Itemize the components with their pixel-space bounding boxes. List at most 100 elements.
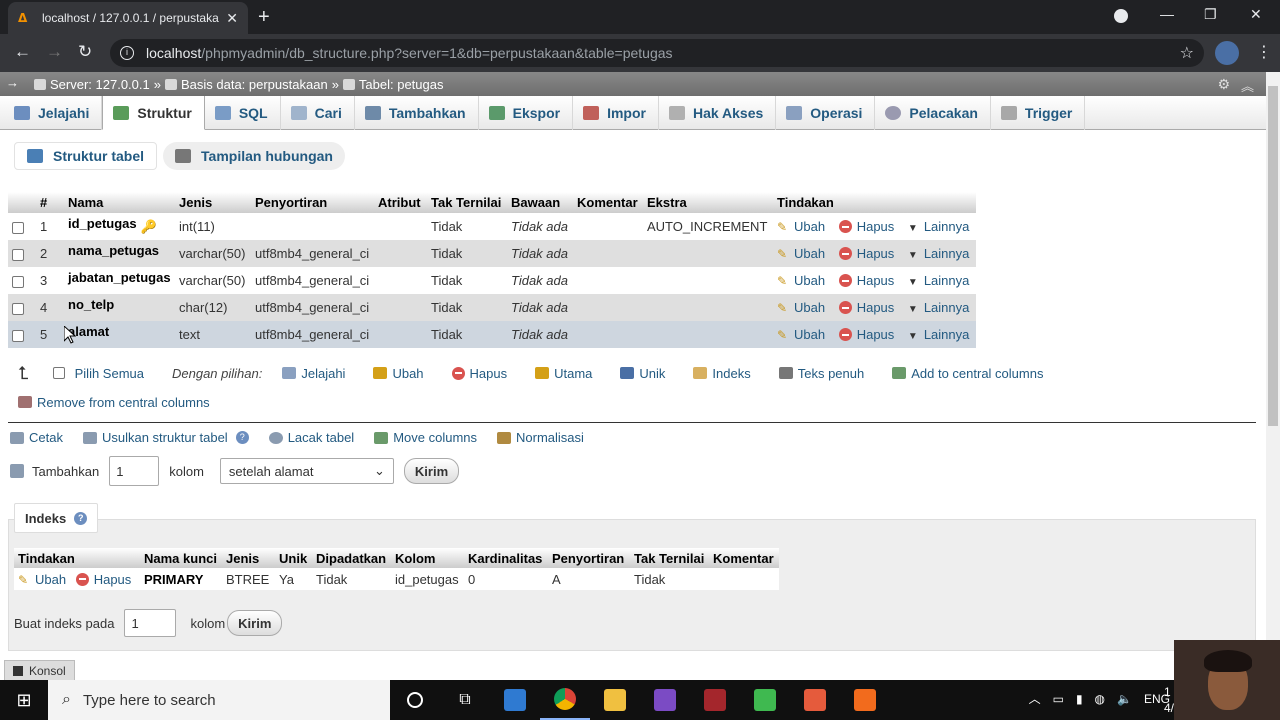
table-row[interactable]: 5 alamat text utf8mb4_general_ci Tidak T… bbox=[8, 321, 976, 348]
column-name[interactable]: nama_petugas bbox=[68, 243, 159, 258]
taskbar-search[interactable]: ⌕ Type here to search bbox=[48, 680, 390, 720]
settings-gear-icon[interactable]: ⚙ bbox=[1217, 76, 1230, 93]
table-row[interactable]: 2 nama_petugas varchar(50) utf8mb4_gener… bbox=[8, 240, 976, 267]
header-bawaan[interactable]: Bawaan bbox=[507, 192, 573, 213]
drop-link[interactable]: Hapus bbox=[857, 219, 895, 234]
bulk-edit[interactable]: Ubah bbox=[373, 366, 424, 381]
app-icon-red[interactable] bbox=[790, 680, 840, 720]
collapse-icon[interactable]: ︽ bbox=[1241, 76, 1254, 95]
column-name[interactable]: no_telp bbox=[68, 297, 114, 312]
new-tab-icon[interactable]: + bbox=[258, 6, 270, 29]
header-penyortiran[interactable]: Penyortiran bbox=[251, 192, 374, 213]
tool-track-table[interactable]: Lacak tabel bbox=[268, 430, 354, 445]
bulk-browse[interactable]: Jelajahi bbox=[282, 366, 345, 381]
codeblocks-icon[interactable] bbox=[740, 680, 790, 720]
create-index-count-input[interactable]: 1 bbox=[124, 609, 177, 637]
add-column-position-select[interactable]: setelah alamat ⌄ bbox=[219, 458, 394, 484]
check-all-label[interactable]: Pilih Semua bbox=[75, 366, 144, 381]
header-jenis[interactable]: Jenis bbox=[175, 192, 251, 213]
more-link[interactable]: Lainnya bbox=[924, 327, 970, 342]
breadcrumb-table[interactable]: Tabel: petugas bbox=[359, 77, 444, 92]
table-row[interactable]: 3 jabatan_petugas varchar(50) utf8mb4_ge… bbox=[8, 267, 976, 294]
edit-link[interactable]: Ubah bbox=[794, 327, 825, 342]
cortana-icon[interactable] bbox=[390, 680, 440, 720]
bulk-unique[interactable]: Unik bbox=[620, 366, 665, 381]
row-checkbox[interactable] bbox=[12, 329, 24, 342]
tool-print[interactable]: Cetak bbox=[10, 430, 63, 445]
bulk-remove-central[interactable]: Remove from central columns bbox=[18, 395, 210, 410]
column-name[interactable]: jabatan_petugas bbox=[68, 270, 171, 285]
tool-propose-structure[interactable]: Usulkan struktur tabel? bbox=[82, 430, 249, 445]
tab-tambahkan[interactable]: Tambahkan bbox=[355, 96, 479, 130]
chrome-icon[interactable] bbox=[540, 680, 590, 720]
taskbar-clock[interactable]: 1 4/ bbox=[1164, 684, 1174, 716]
header-ekstra[interactable]: Ekstra bbox=[643, 192, 773, 213]
bulk-index[interactable]: Indeks bbox=[693, 366, 751, 381]
tray-network-icon[interactable]: ▭ bbox=[1053, 692, 1064, 706]
tab-ekspor[interactable]: Ekspor bbox=[479, 96, 574, 130]
scrollbar-thumb[interactable] bbox=[1268, 86, 1278, 426]
tab-hak-akses[interactable]: Hak Akses bbox=[659, 96, 777, 130]
help-icon[interactable]: ? bbox=[74, 511, 88, 525]
subtab-tampilan-hubungan[interactable]: Tampilan hubungan bbox=[163, 142, 345, 170]
check-all-checkbox[interactable] bbox=[52, 367, 65, 379]
tab-trigger[interactable]: Trigger bbox=[991, 96, 1086, 130]
mail-icon[interactable] bbox=[490, 680, 540, 720]
edit-link[interactable]: Ubah bbox=[794, 273, 825, 288]
tool-normalize[interactable]: Normalisasi bbox=[497, 430, 584, 445]
more-link[interactable]: Lainnya bbox=[924, 219, 970, 234]
row-checkbox[interactable] bbox=[12, 248, 24, 261]
tray-wifi-icon[interactable]: ◍ bbox=[1095, 692, 1105, 706]
profile-indicator-icon[interactable] bbox=[1114, 9, 1128, 23]
edit-link[interactable]: Ubah bbox=[794, 219, 825, 234]
access-icon[interactable] bbox=[690, 680, 740, 720]
index-drop-link[interactable]: Hapus bbox=[94, 572, 132, 587]
bookmark-star-icon[interactable]: ☆ bbox=[1180, 43, 1194, 63]
row-checkbox[interactable] bbox=[12, 221, 24, 234]
tab-impor[interactable]: Impor bbox=[573, 96, 659, 130]
forward-icon[interactable]: → bbox=[46, 42, 63, 62]
close-window-icon[interactable]: ✕ bbox=[1250, 6, 1262, 23]
header-tak-ternilai[interactable]: Tak Ternilai bbox=[427, 192, 507, 213]
tray-battery-icon[interactable]: ▮ bbox=[1076, 692, 1083, 706]
header-komentar[interactable]: Komentar bbox=[573, 192, 643, 213]
more-link[interactable]: Lainnya bbox=[924, 273, 970, 288]
tab-sql[interactable]: SQL bbox=[205, 96, 281, 130]
page-scrollbar[interactable] bbox=[1266, 72, 1280, 680]
tool-move-columns[interactable]: Move columns bbox=[374, 430, 477, 445]
drop-link[interactable]: Hapus bbox=[857, 246, 895, 261]
header-atribut[interactable]: Atribut bbox=[374, 192, 427, 213]
more-link[interactable]: Lainnya bbox=[924, 246, 970, 261]
console-toggle[interactable]: Konsol bbox=[4, 660, 75, 680]
bulk-add-central[interactable]: Add to central columns bbox=[892, 366, 1043, 381]
edit-link[interactable]: Ubah bbox=[794, 246, 825, 261]
minimize-icon[interactable]: — bbox=[1160, 6, 1174, 22]
tray-volume-icon[interactable]: 🔈 bbox=[1117, 692, 1132, 706]
windows-start-icon[interactable]: ⊞ bbox=[0, 680, 48, 720]
maximize-icon[interactable]: ❐ bbox=[1204, 6, 1217, 23]
subtab-struktur-tabel[interactable]: Struktur tabel bbox=[14, 142, 158, 170]
index-edit-link[interactable]: Ubah bbox=[35, 572, 66, 587]
file-explorer-icon[interactable] bbox=[590, 680, 640, 720]
tray-chevron-icon[interactable]: ︿ bbox=[1029, 690, 1041, 707]
tab-struktur[interactable]: Struktur bbox=[102, 96, 205, 130]
address-bar[interactable]: i localhost/phpmyadmin/db_structure.php?… bbox=[110, 39, 1204, 67]
back-icon[interactable]: ← bbox=[14, 42, 31, 62]
profile-avatar[interactable] bbox=[1215, 41, 1239, 65]
visual-studio-icon[interactable] bbox=[640, 680, 690, 720]
reload-icon[interactable]: ↻ bbox=[78, 42, 92, 62]
site-info-icon[interactable]: i bbox=[120, 46, 134, 60]
tab-pelacakan[interactable]: Pelacakan bbox=[875, 96, 991, 130]
header-nama[interactable]: Nama bbox=[64, 192, 175, 213]
breadcrumb-database[interactable]: Basis data: perpustakaan bbox=[181, 77, 328, 92]
drop-link[interactable]: Hapus bbox=[857, 300, 895, 315]
create-index-submit-button[interactable]: Kirim bbox=[227, 610, 283, 636]
column-name[interactable]: id_petugas bbox=[68, 216, 137, 231]
row-checkbox[interactable] bbox=[12, 275, 24, 288]
tab-cari[interactable]: Cari bbox=[281, 96, 355, 130]
tab-close-icon[interactable]: ✕ bbox=[226, 10, 238, 27]
help-icon[interactable]: ? bbox=[235, 431, 249, 444]
add-column-submit-button[interactable]: Kirim bbox=[403, 458, 460, 484]
drop-link[interactable]: Hapus bbox=[857, 273, 895, 288]
nav-toggle-icon[interactable]: → bbox=[6, 75, 19, 90]
